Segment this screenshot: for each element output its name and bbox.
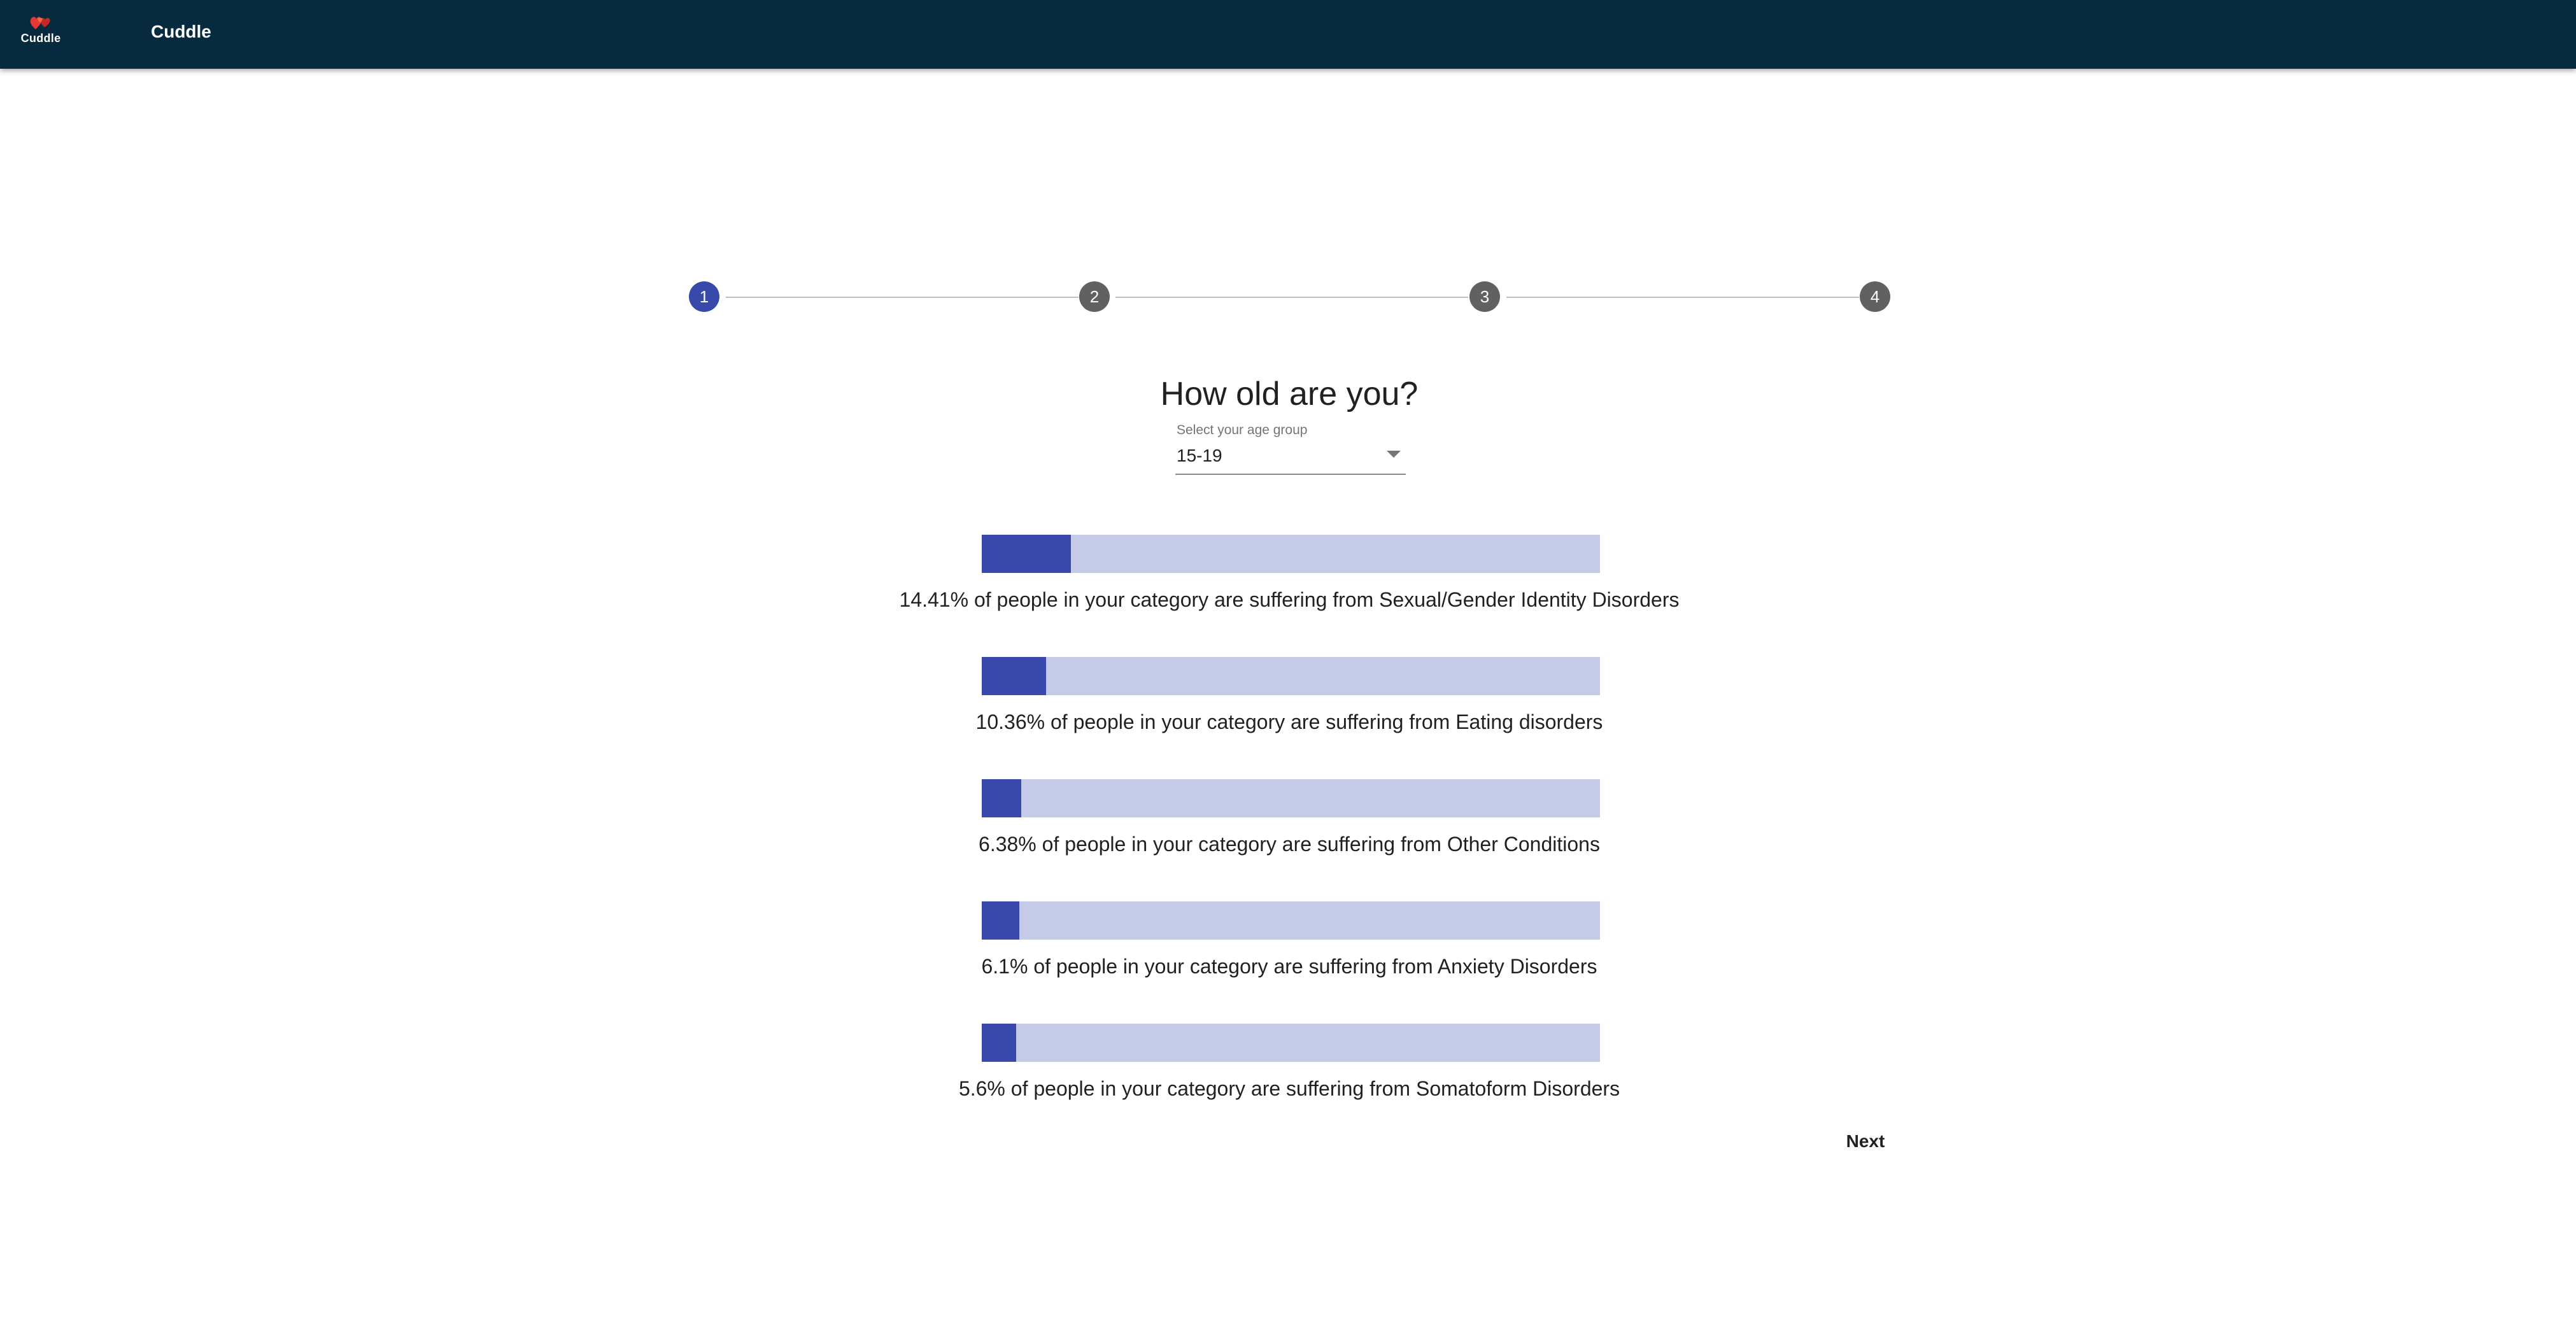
step-connector [1115,297,1468,298]
select-label: Select your age group [1177,423,1308,437]
step-connector [1506,297,1859,298]
chevron-down-icon[interactable] [1387,451,1401,458]
next-button[interactable]: Next [1834,1125,1897,1157]
stat-text: 6.38% of people in your category are suf… [979,833,1600,856]
app-bar: Cuddle Cuddle [0,0,2576,69]
progress-bar [982,535,1600,573]
progress-bar [982,901,1600,940]
stat-item: 14.41% of people in your category are su… [653,535,1926,657]
stats-list: 14.41% of people in your category are su… [653,535,1926,1146]
step-1[interactable]: 1 [689,281,719,312]
progress-fill [982,535,1071,573]
progress-fill [982,901,1020,940]
hearts-icon [30,17,50,29]
progress-bar [982,1024,1600,1062]
logo-label: Cuddle [20,32,61,45]
progress-bar [982,779,1600,817]
stat-text: 14.41% of people in your category are su… [899,588,1680,611]
stat-item: 6.1% of people in your category are suff… [653,901,1926,1024]
question-title: How old are you? [1160,376,1419,413]
age-group-select[interactable]: Select your age group 15-19 [1175,420,1406,475]
progress-fill [982,779,1021,817]
stepper: 1 2 3 4 [689,281,1891,313]
stat-item: 6.38% of people in your category are suf… [653,779,1926,901]
brand-logo[interactable]: Cuddle [17,14,65,55]
stat-text: 6.1% of people in your category are suff… [981,955,1597,978]
select-value[interactable]: 15-19 [1177,446,1222,466]
stat-item: 10.36% of people in your category are su… [653,657,1926,779]
step-connector [726,297,1079,298]
stat-text: 5.6% of people in your category are suff… [958,1077,1620,1100]
progress-bar [982,657,1600,695]
app-title: Cuddle [151,22,211,41]
stat-item: 5.6% of people in your category are suff… [653,1024,1926,1146]
step-2[interactable]: 2 [1079,281,1110,312]
progress-fill [982,1024,1017,1062]
stat-text: 10.36% of people in your category are su… [975,710,1603,733]
select-underline [1175,474,1406,475]
step-4[interactable]: 4 [1860,281,1890,312]
progress-fill [982,657,1046,695]
step-3[interactable]: 3 [1469,281,1500,312]
